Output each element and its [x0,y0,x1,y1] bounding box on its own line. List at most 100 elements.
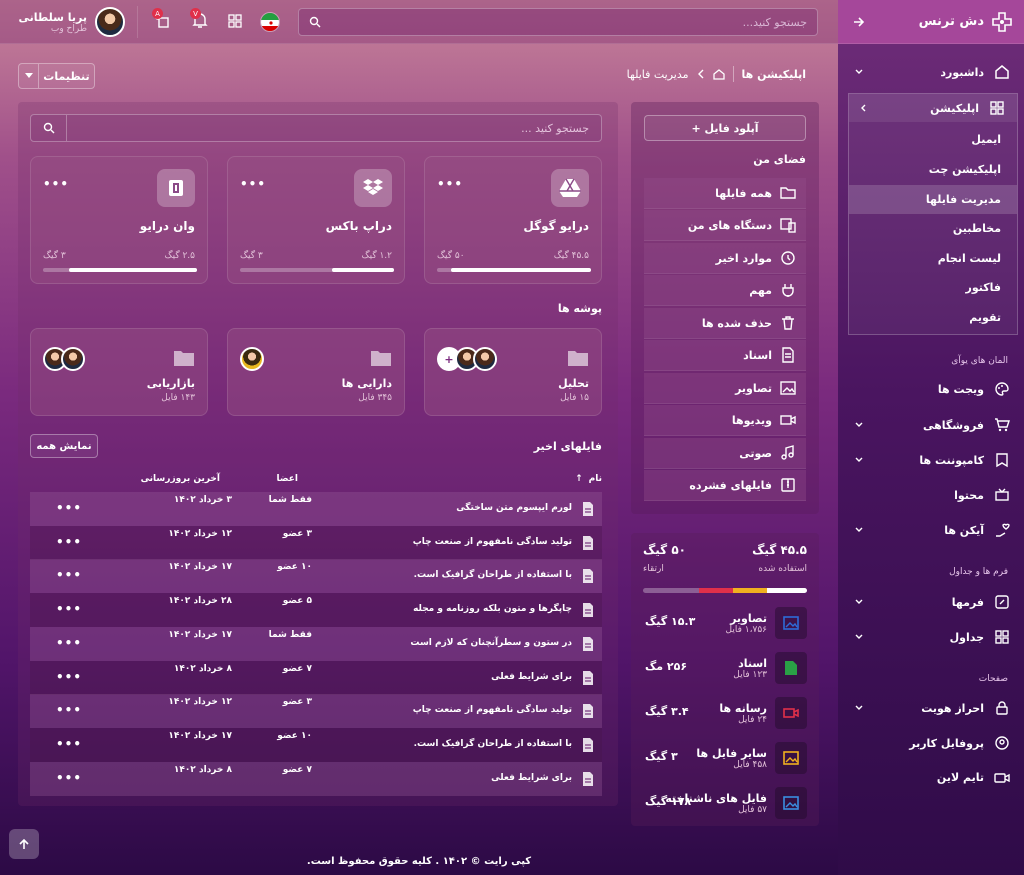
sidebar-item-timeline[interactable]: تایم لاین [838,762,1024,792]
sidebar-item-tables[interactable]: جداول [838,622,1024,652]
more-options-icon[interactable]: ••• [43,177,69,191]
language-flag-button[interactable] [260,12,280,32]
nav-videos[interactable]: ویدیوها [644,405,806,436]
table-row[interactable]: ••• ۱۲ خرداد ۱۴۰۲ ۳ عضو تولید سادگی نامفهوم… [30,525,602,560]
folder-members [43,347,85,371]
grid-menu-button[interactable] [228,14,242,28]
sidebar-item-label: احراز هویت [921,701,984,715]
breadcrumb-root[interactable]: اپلیکیشن ها [742,68,806,81]
storage-category-count: ۱،۷۵۶ فایل [725,624,767,635]
row-members: ۱۰ عضو [277,562,312,573]
cloud-card-dropbox[interactable]: ••• دراپ باکس ۱.۲ گیگ ۳ گیگ [227,156,405,284]
nav-all-files[interactable]: همه فایلها [644,178,806,209]
table-row[interactable]: ••• ۱۷ خرداد ۱۴۰۲ ۱۰ عضو با استفاده از طراح… [30,727,602,762]
nav-documents[interactable]: اسناد [644,340,806,371]
table-row[interactable]: ••• ۸ خرداد ۱۴۰۲ ۷ عضو برای شرایط فعلی [30,660,602,695]
more-options-icon[interactable]: ••• [56,535,82,549]
sidebar-item-content[interactable]: محتوا [838,480,1024,510]
table-row[interactable]: ••• ۸ خرداد ۱۴۰۲ ۷ عضو برای شرایط فعلی [30,761,602,796]
row-members: فقط شما [268,629,312,640]
sidebar-item-icons[interactable]: آیکن ها [838,515,1024,545]
sidebar-item-forms[interactable]: فرمها [838,587,1024,617]
sidebar-item-shop[interactable]: فروشگاهی [838,410,1024,440]
nav-recent[interactable]: موارد اخیر [644,243,806,274]
folder-card[interactable]: دارایی ها ۳۴۵ فایل [227,328,405,416]
row-file-name[interactable]: در ستون و سطرآنچنان که لازم است [410,638,572,648]
more-options-icon[interactable]: ••• [56,501,82,515]
nav-deleted[interactable]: حذف شده ها [644,308,806,339]
more-options-icon[interactable]: ••• [56,670,82,684]
storage-category-count: ۱۲۳ فایل [733,669,767,680]
sidebar-sub-invoice[interactable]: فاکتور [849,273,1017,302]
cloud-card-google-drive[interactable]: ••• درایو گوگل ۴۵.۵ گیگ ۵۰ گیگ [424,156,602,284]
nav-my-devices[interactable]: دستگاه های من [644,210,806,241]
storage-category-row[interactable]: ۱۵.۳ گیگ تصاویر ۱،۷۵۶ فایل [645,605,807,641]
sidebar-sub-todo[interactable]: لیست انجام [849,244,1017,273]
sidebar-item-dashboard[interactable]: داشبورد [838,57,1024,87]
show-all-button[interactable]: نمایش همه [30,434,98,458]
settings-dropdown[interactable]: تنظیمات [18,63,95,89]
nav-images[interactable]: تصاویر [644,373,806,404]
table-row[interactable]: ••• ۱۷ خرداد ۱۴۰۲ فقط شما در ستون و سطرآنچن… [30,626,602,661]
row-file-name[interactable]: تولید سادگی نامفهوم از صنعت چاپ [413,705,572,715]
row-file-name[interactable]: تولید سادگی نامفهوم از صنعت چاپ [413,537,572,547]
cloud-card-onedrive[interactable]: ••• وان درایو ۲.۵ گیگ ۳ گیگ [30,156,208,284]
table-row[interactable]: ••• ۱۲ خرداد ۱۴۰۲ ۳ عضو تولید سادگی نامفهوم… [30,694,602,729]
nav-audio[interactable]: صوتی [644,438,806,469]
storage-category-row[interactable]: ۳ گیگ سایر فایل ها ۴۵۸ فایل [645,740,807,776]
col-name[interactable]: نام ↑ [575,474,602,484]
storage-category-row[interactable]: ۳.۴ گیگ رسانه ها ۲۴ فایل [645,695,807,731]
sidebar-item-auth[interactable]: احراز هویت [838,693,1024,723]
sidebar-item-apps[interactable]: اپلیکیشن [849,94,1017,122]
chevron-down-icon [854,455,864,465]
table-row[interactable]: ••• ۲۸ خرداد ۱۴۰۲ ۵ عضو چاپگرها و متون بلکه… [30,593,602,628]
global-search[interactable]: جستجو کنید... [298,8,818,36]
sidebar-item-profile[interactable]: پروفایل کاربر [838,728,1024,758]
storage-category-row[interactable]: ۱۷۸ گیگ فایل های ناشناخته ۵۷ فایل [645,785,807,821]
collapse-arrow-icon[interactable] [852,15,866,29]
nav-important[interactable]: مهم [644,275,806,306]
file-search[interactable]: جستجو کنید ... [30,114,602,142]
upload-file-button[interactable]: + آپلود فایل [644,115,806,141]
sidebar-item-widgets[interactable]: ویجت ها [838,374,1024,404]
more-options-icon[interactable]: ••• [56,602,82,616]
storage-category-row[interactable]: ۲۵۶ مگ اسناد ۱۲۳ فایل [645,650,807,686]
storage-upgrade-link[interactable]: ارتقاء [643,564,664,574]
row-file-name[interactable]: برای شرایط فعلی [491,773,572,783]
sidebar-sub-calendar[interactable]: تقویم [849,303,1017,332]
cloud-progress-bar [240,268,394,272]
row-file-name[interactable]: برای شرایط فعلی [491,672,572,682]
more-options-icon[interactable]: ••• [240,177,266,191]
nav-archives[interactable]: فایلهای فشرده [644,470,806,501]
sidebar-sub-file-manager[interactable]: مدیریت فایلها [849,185,1017,214]
row-file-name[interactable]: چاپگرها و متون بلکه روزنامه و مجله [413,604,572,614]
row-file-name[interactable]: با استفاده از طراحان گرافیک است. [414,739,572,749]
my-space-title: فضای من [753,153,806,166]
folder-card[interactable]: + تحلیل ۱۵ فایل [424,328,602,416]
table-row[interactable]: ••• ۱۷ خرداد ۱۴۰۲ ۱۰ عضو با استفاده از طراح… [30,559,602,594]
search-icon[interactable] [31,115,67,141]
more-options-icon[interactable]: ••• [56,771,82,785]
home-icon[interactable] [712,68,725,80]
more-options-icon[interactable]: ••• [437,177,463,191]
more-options-icon[interactable]: ••• [56,703,82,717]
row-file-name[interactable]: لورم ایپسوم متن ساختگی [456,503,572,513]
sidebar-sub-email[interactable]: ایمیل [849,125,1017,154]
more-options-icon[interactable]: ••• [56,568,82,582]
lock-icon [996,701,1008,715]
sidebar-item-components[interactable]: کامپوننت ها [838,445,1024,475]
apps-button[interactable]: A [152,8,172,30]
more-options-icon[interactable]: ••• [56,636,82,650]
recent-files-title: فایلهای اخیر [533,440,602,453]
notifications-button[interactable]: V [190,8,210,30]
row-file-name[interactable]: با استفاده از طراحان گرافیک است. [414,570,572,580]
user-menu[interactable]: پریا سلطانی طراح وب [18,6,138,38]
folder-card[interactable]: بازاریابی ۱۴۳ فایل [30,328,208,416]
sidebar-sub-chat[interactable]: اپلیکیشن چت [849,155,1017,184]
brand[interactable]: دش ترنس [919,11,1012,32]
caret-down-icon[interactable] [19,64,39,88]
table-row[interactable]: ••• ۳ خرداد ۱۴۰۲ فقط شما لورم ایپسوم متن سا… [30,492,602,526]
sidebar-sub-contacts[interactable]: مخاطبین [849,214,1017,243]
more-options-icon[interactable]: ••• [56,737,82,751]
cloud-used: ۱.۲ گیگ [361,251,392,261]
